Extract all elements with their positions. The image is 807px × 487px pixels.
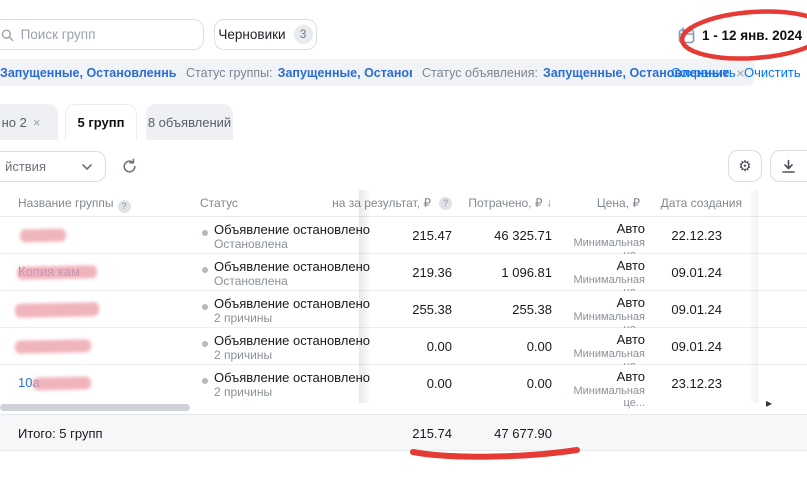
status-dot — [202, 267, 208, 273]
redaction-mark — [15, 339, 91, 354]
ads-manager-page: Черновики 3 1 - 12 янв. 2024 Запущенные,… — [0, 0, 807, 487]
status-subtext: 2 причины — [214, 385, 272, 399]
column-header-created[interactable]: Дата создания — [660, 196, 742, 210]
status-text: Объявление остановлено — [214, 259, 370, 274]
created-date: 09.01.24 — [640, 265, 722, 280]
spent-value: 1 096.81 — [440, 265, 552, 280]
download-icon — [781, 159, 796, 174]
status-dot — [202, 341, 208, 347]
totals-spent: 47 677.90 — [440, 426, 552, 441]
price-value: Авто — [553, 295, 645, 310]
redaction-mark — [15, 302, 99, 318]
spent-value: 0.00 — [440, 339, 552, 354]
spent-value: 255.38 — [440, 302, 552, 317]
refresh-button[interactable] — [112, 151, 146, 182]
status-dot — [202, 230, 208, 236]
actions-label: йствия — [5, 159, 46, 174]
column-header-name[interactable]: Название группы? — [18, 196, 131, 213]
chip-value: Запущенные, Остановленные — [0, 66, 186, 80]
status-subtext: 2 причины — [214, 348, 272, 362]
redaction-mark — [17, 265, 97, 280]
search-icon — [1, 28, 14, 42]
tab-groups[interactable]: 5 групп — [65, 104, 137, 140]
question-icon[interactable]: ? — [118, 200, 131, 213]
sort-desc-icon: ↓ — [547, 197, 553, 209]
clear-filters-link[interactable]: Очистить — [744, 65, 801, 80]
status-dot — [202, 378, 208, 384]
header-label: на за результат, ₽ — [332, 196, 431, 210]
status-subtext: 2 причины — [214, 311, 272, 325]
header-label: Потрачено, ₽ — [468, 196, 542, 210]
status-text: Объявление остановлено — [214, 333, 370, 348]
group-search[interactable] — [0, 19, 204, 50]
header-label: Название группы — [18, 196, 114, 210]
status-subtext: Остановлена — [214, 274, 288, 288]
totals-row: Итого: 5 групп 215.74 47 677.90 — [0, 414, 807, 451]
close-icon[interactable]: × — [33, 115, 41, 130]
column-header-cost-per-result[interactable]: на за результат, ₽? — [330, 196, 452, 210]
scroll-right-icon[interactable]: ▸ — [766, 396, 772, 410]
tab-label: 8 объявлений — [148, 115, 231, 130]
annotation-underline-totals — [413, 450, 577, 457]
status-text: Объявление остановлено — [214, 296, 370, 311]
header-label: Цена, ₽ — [597, 196, 640, 210]
totals-cost-per-result: 215.74 — [352, 426, 452, 441]
actions-dropdown[interactable]: йствия — [0, 151, 106, 182]
price-value: Авто — [553, 221, 645, 236]
save-filters-link[interactable]: Сохранить — [671, 65, 736, 80]
created-date: 09.01.24 — [640, 339, 722, 354]
status-subtext: Остановлена — [214, 237, 288, 251]
frozen-column-shadow — [359, 190, 371, 403]
column-header-spent[interactable]: Потрачено, ₽ ↓ — [440, 196, 552, 210]
refresh-icon — [121, 158, 138, 175]
created-date: 22.12.23 — [640, 228, 722, 243]
header-label: Дата создания — [661, 196, 742, 210]
tab-selected-fragment[interactable]: но 2 × — [0, 104, 58, 140]
search-input[interactable] — [21, 27, 193, 42]
status-text: Объявление остановлено — [214, 370, 370, 385]
date-range-value: 1 - 12 янв. 2024 — [702, 28, 802, 43]
spent-value: 0.00 — [440, 376, 552, 391]
horizontal-scrollbar[interactable] — [0, 404, 190, 411]
price-cell: Авто Минимальная це... — [553, 369, 645, 409]
tab-label: 5 групп — [78, 115, 125, 130]
table-row[interactable]: Объявление остановлено Остановлена 215.4… — [0, 217, 807, 254]
column-header-price[interactable]: Цена, ₽ — [560, 196, 640, 210]
header-label: Статус — [200, 196, 238, 210]
right-column-shadow — [748, 190, 758, 403]
export-button[interactable] — [770, 150, 807, 182]
created-date: 23.12.23 — [640, 376, 722, 391]
calendar-icon — [678, 27, 695, 44]
totals-label: Итого: 5 групп — [18, 426, 103, 441]
chevron-down-icon — [82, 164, 92, 170]
drafts-count-badge: 3 — [294, 25, 313, 44]
settings-button[interactable]: ⚙ — [728, 150, 762, 182]
date-range-picker[interactable]: 1 - 12 янв. 2024 — [678, 20, 802, 50]
table-row[interactable]: Объявление остановлено 2 причины 255.38 … — [0, 291, 807, 328]
price-value: Авто — [553, 332, 645, 347]
gear-icon: ⚙ — [738, 157, 751, 175]
tab-ads[interactable]: 8 объявлений — [146, 104, 233, 140]
status-text: Объявление остановлено — [214, 222, 370, 237]
price-value: Авто — [553, 369, 645, 384]
drafts-label: Черновики — [218, 27, 285, 42]
created-date: 09.01.24 — [640, 302, 722, 317]
status-dot — [202, 304, 208, 310]
table-row[interactable]: Копия кам Объявление остановлено Останов… — [0, 254, 807, 291]
tab-label: но 2 — [2, 115, 27, 130]
chip-label: Статус группы: — [186, 66, 273, 80]
drafts-button[interactable]: Черновики 3 — [214, 19, 317, 50]
price-subtext: Минимальная це... — [553, 385, 645, 409]
column-header-status[interactable]: Статус — [200, 196, 238, 210]
table-row[interactable]: 10а Объявление остановлено 2 причины 0.0… — [0, 365, 807, 402]
price-value: Авто — [553, 258, 645, 273]
table-row[interactable]: Объявление остановлено 2 причины 0.00 0.… — [0, 328, 807, 365]
spent-value: 46 325.71 — [440, 228, 552, 243]
chip-label: Статус объявления: — [422, 66, 538, 80]
redaction-mark — [33, 376, 91, 390]
redaction-mark — [20, 229, 66, 243]
